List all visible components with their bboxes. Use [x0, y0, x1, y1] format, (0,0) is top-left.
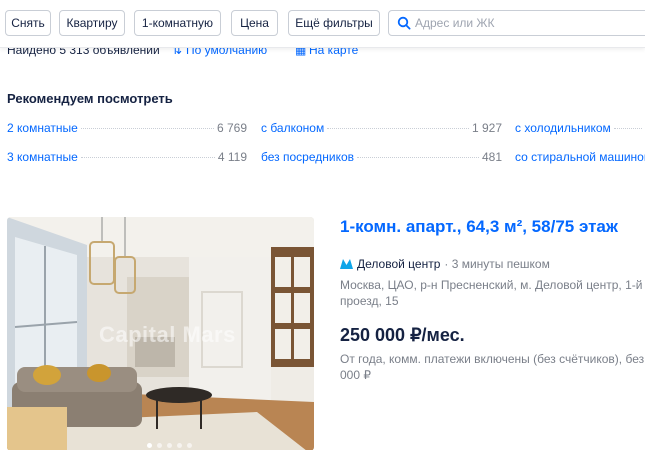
filter-bar: Снять Квартиру 1-комнатную Цена Ещё филь…	[0, 0, 645, 48]
recommend-item[interactable]: с балконом 1 927	[261, 121, 502, 137]
dotted-leader	[80, 157, 215, 158]
more-filters-button[interactable]: Ещё фильтры	[288, 10, 380, 36]
recommend-item-count: 4 119	[217, 150, 247, 164]
recommend-item-label: 3 комнатные	[7, 150, 78, 164]
price-button[interactable]: Цена	[231, 10, 278, 36]
dotted-leader	[327, 128, 469, 129]
listing-price: 250 000 ₽/мес.	[340, 325, 465, 345]
metro-info: Деловой центр · 3 минуты пешком	[340, 257, 550, 271]
recommend-item-count: 6 769	[216, 121, 247, 135]
recommend-item-label: с балконом	[261, 121, 325, 135]
property-type-button[interactable]: Квартиру	[59, 10, 125, 36]
metro-walk-time: · 3 минуты пешком	[444, 257, 550, 271]
dotted-leader	[613, 128, 642, 129]
recommend-item[interactable]: 2 комнатные 6 769	[7, 121, 247, 137]
recommend-item-count: 481	[481, 150, 502, 164]
search-box[interactable]	[388, 10, 645, 36]
photo-watermark: Capital Mars	[99, 322, 236, 347]
metro-station[interactable]: Деловой центр	[357, 257, 440, 271]
dotted-leader	[80, 128, 214, 129]
listing-photo[interactable]: Capital Mars	[7, 217, 314, 450]
recommend-item[interactable]: 3 комнатные 4 119	[7, 150, 247, 166]
terms-line: 000 ₽	[340, 368, 371, 382]
metro-icon	[340, 259, 353, 269]
search-icon	[397, 16, 411, 30]
search-input[interactable]	[415, 11, 645, 35]
deal-type-button[interactable]: Снять	[5, 10, 51, 36]
recommend-title: Рекомендуем посмотреть	[7, 91, 173, 106]
recommend-item[interactable]: без посредников 481	[261, 150, 502, 166]
listing-title[interactable]: 1-комн. апарт., 64,3 м², 58/75 этаж	[340, 217, 618, 237]
address-line: проезд, 15	[340, 294, 399, 308]
address-line: Москва, ЦАО, р-н Пресненский, м. Деловой…	[340, 278, 645, 292]
photo-dot[interactable]	[147, 443, 152, 448]
listing-terms: От года, комм. платежи включены (без счё…	[340, 351, 645, 383]
recommend-item-label: без посредников	[261, 150, 355, 164]
dotted-leader	[357, 157, 479, 158]
rooms-button[interactable]: 1-комнатную	[134, 10, 221, 36]
photo-dot[interactable]	[177, 443, 182, 448]
photo-dot[interactable]	[187, 443, 192, 448]
recommend-item-label: со стиральной машиной	[515, 150, 645, 164]
photo-dot[interactable]	[157, 443, 162, 448]
photo-dot[interactable]	[167, 443, 172, 448]
terms-line: От года, комм. платежи включены (без счё…	[340, 352, 645, 366]
recommend-item-label: 2 комнатные	[7, 121, 78, 135]
recommend-item[interactable]: с холодильником	[515, 121, 645, 137]
listing-address: Москва, ЦАО, р-н Пресненский, м. Деловой…	[340, 277, 645, 309]
recommend-item[interactable]: со стиральной машиной	[515, 150, 645, 166]
photo-pagination[interactable]	[147, 443, 192, 448]
recommend-item-label: с холодильником	[515, 121, 611, 135]
recommend-item-count: 1 927	[471, 121, 502, 135]
